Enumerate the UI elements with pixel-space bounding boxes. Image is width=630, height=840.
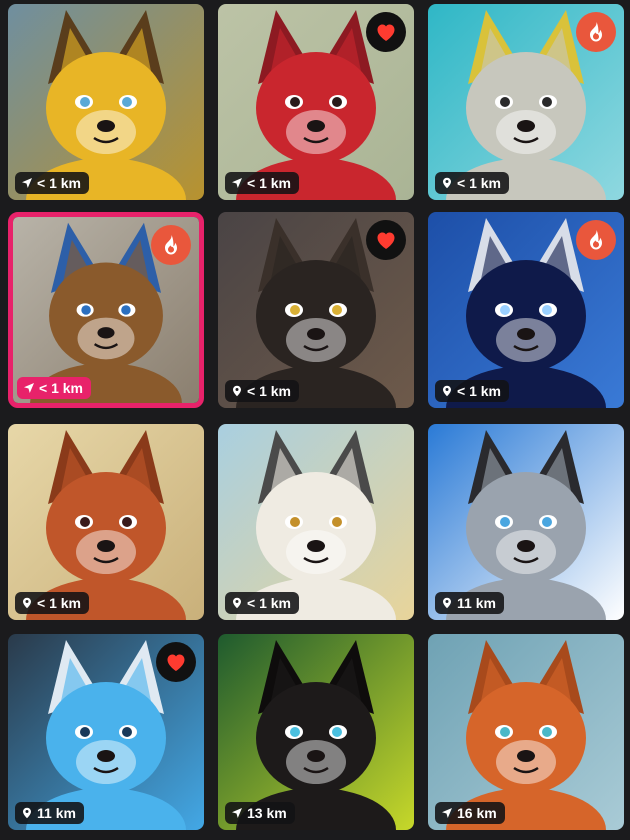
distance-label: 11 km: [457, 595, 496, 611]
map-pin-icon: [21, 597, 33, 609]
profile-card[interactable]: < 1 km: [218, 212, 414, 408]
distance-label: < 1 km: [247, 175, 291, 191]
profile-card[interactable]: < 1 km: [8, 424, 204, 620]
distance-label: < 1 km: [39, 380, 83, 396]
distance-badge: < 1 km: [225, 172, 299, 194]
profile-card[interactable]: < 1 km: [218, 424, 414, 620]
profile-card[interactable]: 13 km: [218, 634, 414, 830]
map-pin-icon: [231, 597, 243, 609]
distance-badge: < 1 km: [17, 377, 91, 399]
distance-label: < 1 km: [247, 595, 291, 611]
map-pin-icon: [441, 177, 453, 189]
heart-badge-icon: [366, 220, 406, 260]
profile-card[interactable]: < 1 km: [8, 4, 204, 200]
distance-badge: < 1 km: [435, 172, 509, 194]
map-pin-icon: [441, 385, 453, 397]
distance-badge: < 1 km: [225, 380, 299, 402]
map-pin-icon: [21, 807, 33, 819]
map-pin-icon: [231, 385, 243, 397]
distance-badge: < 1 km: [225, 592, 299, 614]
distance-badge: < 1 km: [15, 172, 89, 194]
profile-photo: [428, 424, 624, 620]
navigation-arrow-icon: [231, 177, 243, 189]
distance-label: 16 km: [457, 805, 497, 821]
flame-badge-icon: [576, 12, 616, 52]
navigation-arrow-icon: [23, 382, 35, 394]
heart-badge-icon: [156, 642, 196, 682]
distance-label: < 1 km: [37, 595, 81, 611]
profile-card[interactable]: 11 km: [8, 634, 204, 830]
profile-card[interactable]: 11 km: [428, 424, 624, 620]
distance-label: < 1 km: [37, 175, 81, 191]
navigation-arrow-icon: [21, 177, 33, 189]
distance-badge: 16 km: [435, 802, 505, 824]
flame-badge-icon: [151, 225, 191, 265]
distance-label: < 1 km: [247, 383, 291, 399]
distance-badge: 11 km: [435, 592, 504, 614]
profile-card[interactable]: < 1 km: [8, 212, 204, 408]
profile-photo: [218, 424, 414, 620]
profile-card[interactable]: < 1 km: [428, 4, 624, 200]
profile-photo: [8, 424, 204, 620]
profile-grid: < 1 km < 1 km < 1 km < 1 km < 1 km < 1 km < 1 …: [0, 0, 630, 840]
profile-card[interactable]: < 1 km: [218, 4, 414, 200]
heart-badge-icon: [366, 12, 406, 52]
profile-card[interactable]: < 1 km: [428, 212, 624, 408]
map-pin-icon: [441, 597, 453, 609]
distance-badge: 13 km: [225, 802, 295, 824]
flame-badge-icon: [576, 220, 616, 260]
distance-badge: < 1 km: [435, 380, 509, 402]
distance-label: 11 km: [37, 805, 76, 821]
profile-card[interactable]: 16 km: [428, 634, 624, 830]
navigation-arrow-icon: [441, 807, 453, 819]
distance-label: 13 km: [247, 805, 287, 821]
profile-photo: [428, 634, 624, 830]
distance-label: < 1 km: [457, 383, 501, 399]
profile-photo: [218, 634, 414, 830]
distance-badge: 11 km: [15, 802, 84, 824]
distance-label: < 1 km: [457, 175, 501, 191]
profile-photo: [8, 4, 204, 200]
navigation-arrow-icon: [231, 807, 243, 819]
distance-badge: < 1 km: [15, 592, 89, 614]
